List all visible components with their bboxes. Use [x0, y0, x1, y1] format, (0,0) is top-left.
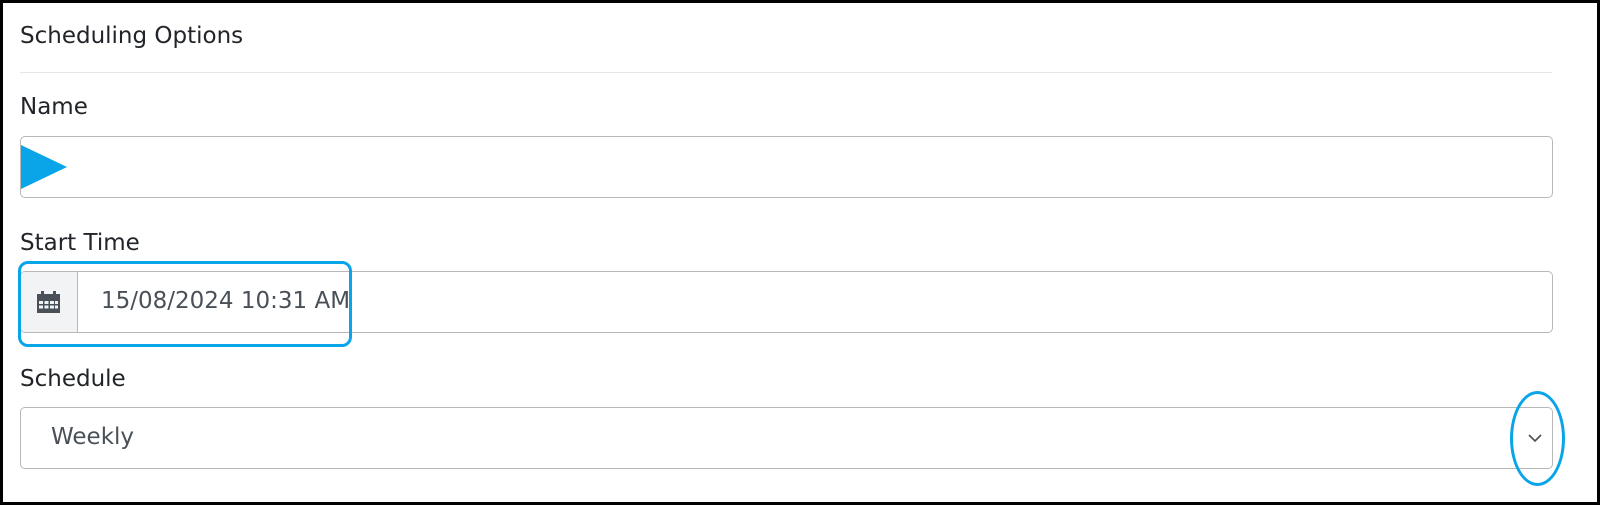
- schedule-select[interactable]: Weekly: [20, 407, 1553, 469]
- name-input[interactable]: [20, 136, 1553, 198]
- chevron-down-icon[interactable]: [1528, 431, 1542, 445]
- calendar-button[interactable]: [21, 272, 78, 332]
- scheduling-options-panel: Scheduling Options Name Start Time 15/08: [0, 0, 1600, 505]
- title-divider: [20, 72, 1552, 73]
- start-time-input-group: 15/08/2024 10:31 AM: [20, 271, 1553, 333]
- start-time-input[interactable]: 15/08/2024 10:31 AM: [101, 288, 350, 314]
- schedule-selected-value: Weekly: [51, 424, 135, 450]
- schedule-label: Schedule: [20, 366, 126, 392]
- start-time-label: Start Time: [20, 230, 140, 256]
- play-triangle-icon: [21, 145, 67, 189]
- name-label: Name: [20, 94, 88, 120]
- panel-title: Scheduling Options: [20, 23, 244, 49]
- calendar-icon: [37, 291, 60, 313]
